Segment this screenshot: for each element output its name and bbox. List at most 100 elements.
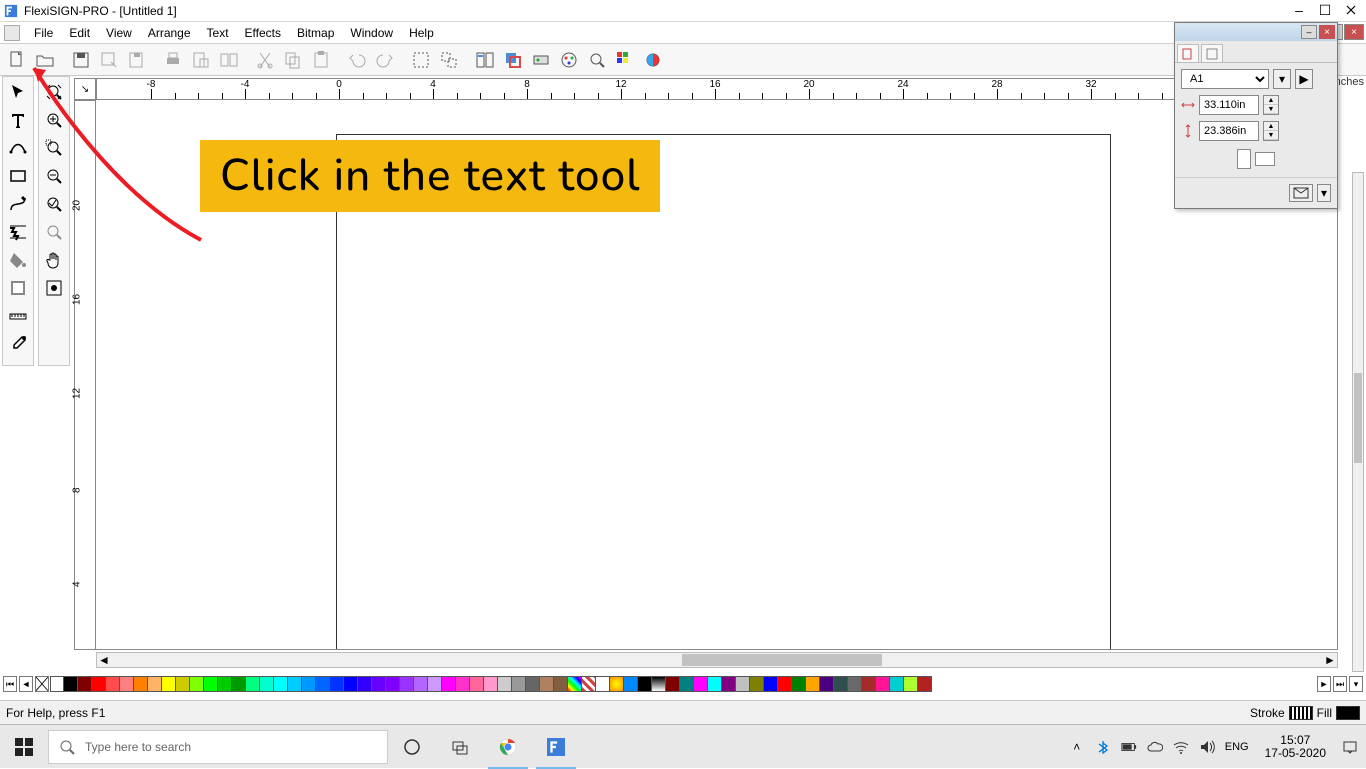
design-editor-button[interactable] <box>216 47 242 73</box>
color-swatch[interactable] <box>246 676 260 692</box>
color-swatch[interactable] <box>554 676 568 692</box>
fill-stroke-button[interactable] <box>500 47 526 73</box>
color-swatch[interactable] <box>64 676 78 692</box>
panel-tab-page[interactable] <box>1201 44 1223 62</box>
ruler-horizontal[interactable]: -8-404812162024283236 <box>96 78 1338 100</box>
page-height-input[interactable] <box>1199 121 1259 141</box>
color-swatch[interactable] <box>596 676 610 692</box>
color-swatch[interactable] <box>414 676 428 692</box>
color-swatch[interactable] <box>708 676 722 692</box>
color-swatch[interactable] <box>344 676 358 692</box>
scroll-left-button[interactable]: ◄ <box>97 653 111 667</box>
menu-edit[interactable]: Edit <box>61 24 98 42</box>
color-swatch[interactable] <box>484 676 498 692</box>
taskbar-taskview[interactable] <box>436 725 484 769</box>
color-swatch[interactable] <box>764 676 778 692</box>
panel-apply-button[interactable] <box>1289 184 1313 202</box>
color-swatch[interactable] <box>330 676 344 692</box>
panel-titlebar[interactable]: – × <box>1175 23 1337 41</box>
rip-button[interactable] <box>528 47 554 73</box>
measure-tool[interactable] <box>5 303 31 329</box>
color-swatch[interactable] <box>904 676 918 692</box>
tray-clock[interactable]: 15:07 17-05-2020 <box>1259 734 1332 760</box>
width-spinner[interactable]: ▲▼ <box>1263 95 1279 115</box>
color-swatch[interactable] <box>78 676 92 692</box>
color-swatch[interactable] <box>232 676 246 692</box>
stroke-indicator[interactable] <box>1289 706 1313 720</box>
color-swatch[interactable] <box>722 676 736 692</box>
design-central-panel[interactable]: – × A1 ▾ ▶ ▲▼ ▲▼ ▾ <box>1174 22 1338 209</box>
paste-button[interactable] <box>308 47 334 73</box>
orientation-portrait-button[interactable] <box>1237 149 1251 169</box>
color-swatch[interactable] <box>456 676 470 692</box>
design-central-button[interactable] <box>472 47 498 73</box>
color-swatch[interactable] <box>526 676 540 692</box>
orientation-landscape-button[interactable] <box>1255 152 1275 166</box>
color-swatch[interactable] <box>92 676 106 692</box>
color-swatch[interactable] <box>120 676 134 692</box>
color-swatch[interactable] <box>442 676 456 692</box>
color-swatch[interactable] <box>736 676 750 692</box>
taskbar-flexisign[interactable] <box>532 725 580 769</box>
color-swatch[interactable] <box>372 676 386 692</box>
copy-button[interactable] <box>280 47 306 73</box>
menu-help[interactable]: Help <box>401 24 442 42</box>
swatch-last-button[interactable]: ⏭ <box>1333 676 1347 692</box>
notifications-icon[interactable] <box>1342 739 1358 755</box>
swatch-menu-button[interactable]: ▾ <box>1349 676 1363 692</box>
color-swatch[interactable] <box>820 676 834 692</box>
color-swatch[interactable] <box>750 676 764 692</box>
color-swatch[interactable] <box>400 676 414 692</box>
mdi-close-button[interactable]: × <box>1344 24 1364 40</box>
scrollbar-vertical[interactable] <box>1352 172 1364 672</box>
page-size-dropdown-button[interactable]: ▾ <box>1273 69 1291 89</box>
volume-icon[interactable] <box>1199 739 1215 755</box>
color-swatch[interactable] <box>358 676 372 692</box>
color-swatch[interactable] <box>848 676 862 692</box>
menu-arrange[interactable]: Arrange <box>140 24 199 42</box>
color-swatch[interactable] <box>806 676 820 692</box>
panel-menu-button[interactable]: ▾ <box>1317 184 1331 202</box>
menu-file[interactable]: File <box>26 24 61 42</box>
onedrive-icon[interactable] <box>1147 739 1163 755</box>
bluetooth-icon[interactable] <box>1095 739 1111 755</box>
color-swatch[interactable] <box>218 676 232 692</box>
color-swatch[interactable] <box>428 676 442 692</box>
eyedropper-tool[interactable] <box>5 331 31 357</box>
taskbar-searchbox[interactable]: Type here to search <box>48 730 388 764</box>
start-button[interactable] <box>0 725 48 769</box>
color-swatch[interactable] <box>470 676 484 692</box>
color-swatch[interactable] <box>778 676 792 692</box>
redo-button[interactable] <box>372 47 398 73</box>
color-mixer-button[interactable] <box>556 47 582 73</box>
color-swatch[interactable] <box>918 676 932 692</box>
color-swatch[interactable] <box>386 676 400 692</box>
color-swatch[interactable] <box>610 676 624 692</box>
color-swatch[interactable] <box>176 676 190 692</box>
color-swatch[interactable] <box>162 676 176 692</box>
color-swatch[interactable] <box>582 676 596 692</box>
color-swatch[interactable] <box>876 676 890 692</box>
swatch-next-button[interactable]: ► <box>1317 676 1331 692</box>
registration-tool[interactable] <box>41 275 67 301</box>
color-swatch[interactable] <box>106 676 120 692</box>
color-swatch[interactable] <box>666 676 680 692</box>
swatch-first-button[interactable]: ⏮ <box>3 676 17 692</box>
color-swatch[interactable] <box>316 676 330 692</box>
spot-color-button[interactable] <box>640 47 666 73</box>
fill-indicator[interactable] <box>1336 706 1360 720</box>
height-spinner[interactable]: ▲▼ <box>1263 121 1279 141</box>
color-swatch[interactable] <box>512 676 526 692</box>
layer-tool[interactable] <box>5 275 31 301</box>
taskbar-chrome[interactable] <box>484 725 532 769</box>
color-swatch[interactable] <box>624 676 638 692</box>
color-swatch[interactable] <box>498 676 512 692</box>
window-minimize-button[interactable]: – <box>1286 0 1312 20</box>
preview-button[interactable] <box>584 47 610 73</box>
color-swatch[interactable] <box>792 676 806 692</box>
page-size-select[interactable]: A1 <box>1181 69 1269 89</box>
window-maximize-button[interactable]: ☐ <box>1312 0 1338 20</box>
swatch-prev-button[interactable]: ◄ <box>19 676 33 692</box>
panel-close-button[interactable]: × <box>1319 25 1335 39</box>
menu-text[interactable]: Text <box>199 24 237 42</box>
